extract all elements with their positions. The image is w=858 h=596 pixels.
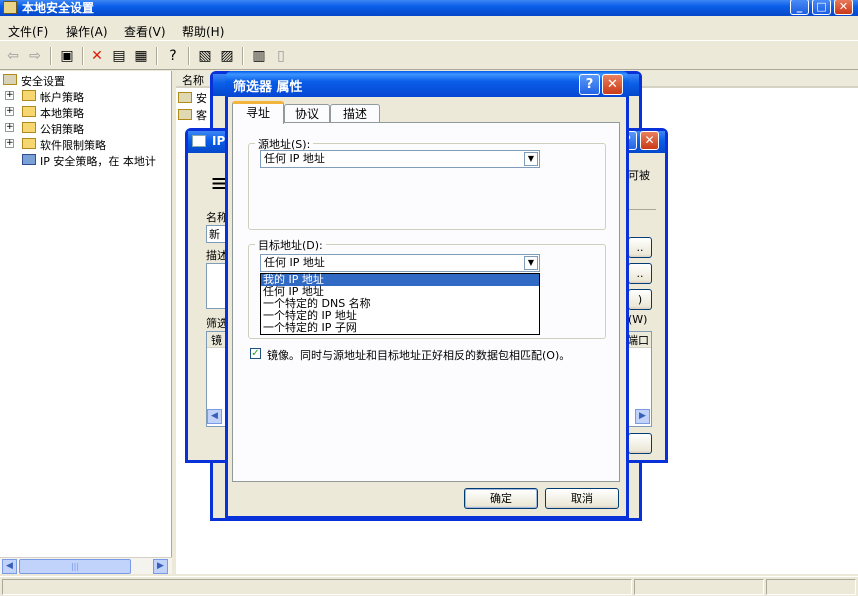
tab-protocol[interactable]: 协议: [284, 104, 330, 124]
chevron-down-icon[interactable]: ▼: [524, 256, 538, 270]
tree-item-label: 安全设置: [21, 75, 65, 88]
tab-description[interactable]: 描述: [330, 104, 380, 124]
add-button[interactable]: ..: [628, 237, 652, 258]
remove-button[interactable]: ): [628, 289, 652, 310]
toolbar: ⇦ ⇨ ▣ ✕ ▤ ▦ ? ▧ ▨ ▥ ▯: [0, 42, 858, 70]
menu-view[interactable]: 查看(V): [124, 23, 166, 40]
separator: [626, 209, 656, 210]
local-security-icon: [3, 1, 17, 14]
tree-horizontal-scrollbar[interactable]: ◀ ||| ▶: [0, 557, 172, 574]
menu-help[interactable]: 帮助(H): [182, 23, 224, 40]
destination-address-label: 目标地址(D):: [255, 237, 326, 253]
tab-addressing[interactable]: 寻址: [232, 101, 284, 124]
close-dialog-button[interactable]: ✕: [602, 74, 623, 95]
forward-icon[interactable]: ⇨: [26, 47, 44, 65]
destination-address-dropdown: 我的 IP 地址 任何 IP 地址 一个特定的 DNS 名称 一个特定的 IP …: [260, 273, 540, 335]
help-button[interactable]: ?: [579, 74, 600, 95]
column-header-name[interactable]: 名称: [182, 72, 204, 88]
ok-button[interactable]: 确定: [464, 488, 538, 509]
expand-icon[interactable]: +: [5, 107, 14, 116]
close-ip-button[interactable]: [628, 433, 652, 454]
scroll-thumb[interactable]: |||: [19, 559, 131, 574]
menu-action[interactable]: 操作(A): [66, 23, 108, 40]
policy-icon: [178, 109, 192, 120]
name-value: 新: [209, 228, 220, 241]
up-folder-icon[interactable]: ▣: [58, 47, 76, 65]
scroll-right-icon[interactable]: ▶: [635, 409, 650, 424]
status-panel: [2, 579, 632, 595]
toolbar-separator: [242, 47, 244, 65]
main-titlebar: 本地安全设置 _ □ ✕: [0, 0, 858, 16]
mirror-checkbox[interactable]: ✓: [250, 348, 261, 359]
folder-icon: [22, 122, 36, 133]
ip-close-button[interactable]: ✕: [640, 131, 659, 150]
tree-item-label: 软件限制策略: [40, 139, 106, 152]
close-button[interactable]: ✕: [834, 0, 853, 15]
maximize-button[interactable]: □: [812, 0, 831, 15]
policy-icon[interactable]: ▧: [196, 47, 214, 65]
status-bar: [0, 576, 858, 596]
tree-item-label: 公钥策略: [40, 123, 84, 136]
toolbar-separator: [188, 47, 190, 65]
ip-window-title: IP: [212, 134, 226, 148]
status-panel: [766, 579, 856, 595]
export-icon[interactable]: ▦: [132, 47, 150, 65]
folder-icon: [22, 106, 36, 117]
list-item-label: 安: [196, 92, 207, 105]
dropdown-option[interactable]: 一个特定的 IP 子网: [261, 322, 539, 334]
expand-icon[interactable]: +: [5, 91, 14, 100]
policy-icon: [178, 92, 192, 103]
toolbar-separator: [82, 47, 84, 65]
source-address-value: 任何 IP 地址: [264, 152, 325, 165]
menu-file[interactable]: 文件(F): [8, 23, 48, 40]
tree-pane: 安全设置 + 帐户策略 + 本地策略 + 公钥策略 + 软件限制策略 IP 安全…: [0, 71, 172, 574]
toolbar-separator: [50, 47, 52, 65]
mirror-label: 镜像。同时与源地址和目标地址正好相反的数据包相匹配(O)。: [267, 349, 571, 362]
expand-icon[interactable]: +: [5, 139, 14, 148]
delete-icon[interactable]: ✕: [88, 47, 106, 65]
destination-address-select[interactable]: 任何 IP 地址 ▼: [260, 254, 540, 272]
tree-item-label: 本地策略: [40, 107, 84, 120]
filter-properties-titlebar: 筛选器 属性 ? ✕: [225, 71, 629, 97]
list-item-label: 客: [196, 109, 207, 122]
minimize-button[interactable]: _: [790, 0, 809, 15]
tree-item-label: IP 安全策略，在 本地计: [40, 155, 156, 168]
scroll-right-icon[interactable]: ▶: [153, 559, 168, 574]
scroll-left-icon[interactable]: ◀: [2, 559, 17, 574]
source-address-select[interactable]: 任何 IP 地址 ▼: [260, 150, 540, 168]
tree-item-label: 帐户策略: [40, 91, 84, 104]
ip-security-icon: [22, 154, 36, 165]
filter-dialog-title: 筛选器 属性: [233, 80, 303, 95]
addressing-panel: 源地址(S): 任何 IP 地址 ▼ 目标地址(D): 任何 IP 地址 ▼ 我…: [232, 122, 620, 482]
edit-button[interactable]: ..: [628, 263, 652, 284]
side-w-label: (W): [628, 313, 648, 326]
folder-icon: [22, 90, 36, 101]
destination-address-value: 任何 IP 地址: [264, 256, 325, 269]
disabled-tool-icon[interactable]: ▯: [272, 47, 290, 65]
properties-icon[interactable]: ▤: [110, 47, 128, 65]
expand-icon[interactable]: +: [5, 123, 14, 132]
back-icon[interactable]: ⇦: [4, 47, 22, 65]
scroll-left-icon[interactable]: ◀: [207, 409, 222, 424]
help-icon[interactable]: ?: [164, 47, 182, 65]
toolbar-separator: [156, 47, 158, 65]
security-settings-icon: [3, 74, 17, 85]
menu-bar: 文件(F) 操作(A) 查看(V) 帮助(H): [0, 19, 858, 41]
chevron-down-icon[interactable]: ▼: [524, 152, 538, 166]
assign-icon[interactable]: ▨: [218, 47, 236, 65]
cancel-button[interactable]: 取消: [545, 488, 619, 509]
window-title: 本地安全设置: [22, 1, 95, 15]
status-panel: [634, 579, 764, 595]
side-text: 可被: [628, 169, 650, 182]
folder-icon: [22, 138, 36, 149]
tool-icon[interactable]: ▥: [250, 47, 268, 65]
window-icon: [192, 135, 206, 147]
